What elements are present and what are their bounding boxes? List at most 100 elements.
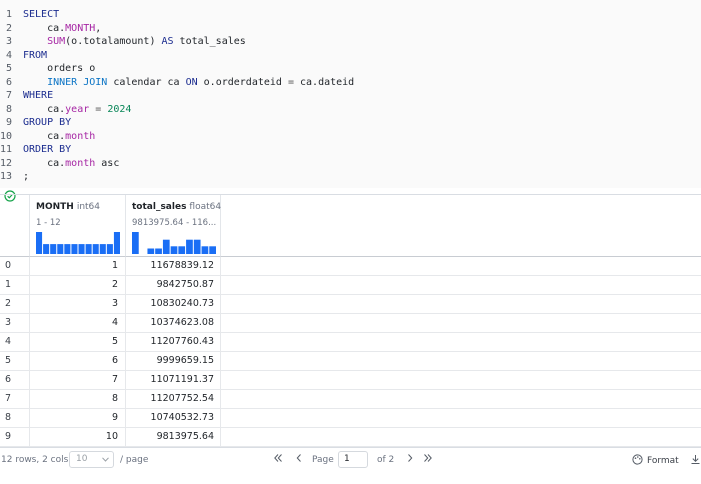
palette-icon bbox=[632, 454, 643, 465]
code-token: INNER JOIN bbox=[47, 76, 108, 88]
month-histogram[interactable] bbox=[36, 232, 120, 254]
code-text: WHERE bbox=[23, 89, 53, 103]
format-label: Format bbox=[647, 456, 679, 466]
page-size-value: 10 bbox=[76, 454, 88, 464]
code-token: total_sales bbox=[173, 36, 246, 47]
code-line[interactable]: 12 ca.month asc bbox=[0, 157, 701, 171]
chevron-down-icon bbox=[102, 457, 109, 462]
code-line[interactable]: 5 orders o bbox=[0, 62, 701, 76]
code-text: SELECT bbox=[23, 8, 59, 22]
histogram-bar[interactable] bbox=[36, 232, 43, 254]
histogram-bar[interactable] bbox=[209, 246, 216, 254]
sql-editor[interactable]: 1 SELECT 2 ca.MONTH, 3 SUM(o.totalamount) A… bbox=[0, 0, 701, 188]
histogram-bar[interactable] bbox=[170, 246, 178, 254]
code-text: GROUP BY bbox=[23, 116, 71, 130]
double-chevron-left-icon bbox=[274, 454, 282, 462]
table-row[interactable]: 4 5 11207760.43 bbox=[0, 333, 701, 352]
code-line[interactable]: 3 SUM(o.totalamount) AS total_sales bbox=[0, 35, 701, 49]
last-page-button[interactable] bbox=[421, 453, 435, 467]
table-row[interactable]: 1 2 9842750.87 bbox=[0, 276, 701, 295]
row-index-cell: 0 bbox=[0, 257, 30, 275]
table-row[interactable]: 2 3 10830240.73 bbox=[0, 295, 701, 314]
histogram-bar[interactable] bbox=[193, 239, 201, 254]
code-token: ON bbox=[185, 76, 198, 88]
code-line[interactable]: 4 FROM bbox=[0, 49, 701, 63]
format-button[interactable]: Format bbox=[632, 454, 679, 466]
table-row[interactable]: 5 6 9999659.15 bbox=[0, 352, 701, 371]
histogram-bar[interactable] bbox=[78, 244, 85, 254]
code-line[interactable]: 7 WHERE bbox=[0, 89, 701, 103]
table-row[interactable]: 8 9 10740532.73 bbox=[0, 409, 701, 428]
histogram-bar[interactable] bbox=[64, 244, 71, 254]
line-number: 8 bbox=[5, 103, 12, 115]
page-size-select[interactable]: 10 bbox=[69, 451, 114, 468]
page-number-input[interactable]: 1 bbox=[338, 451, 368, 468]
histogram-bar[interactable] bbox=[85, 244, 92, 254]
prev-page-button[interactable] bbox=[292, 453, 306, 467]
table-row[interactable]: 0 1 11678839.12 bbox=[0, 257, 701, 276]
total-sales-cell: 11071191.37 bbox=[126, 371, 221, 389]
code-token: year bbox=[65, 103, 90, 115]
histogram-bar[interactable] bbox=[99, 244, 106, 254]
code-token: orders o bbox=[23, 63, 96, 74]
table-row[interactable]: 7 8 11207752.54 bbox=[0, 390, 701, 409]
histogram-bar[interactable] bbox=[186, 239, 193, 254]
line-number: 10 bbox=[0, 130, 13, 142]
code-token: (o.totalamount) bbox=[65, 36, 162, 47]
line-number: 5 bbox=[5, 63, 12, 74]
histogram-bar[interactable] bbox=[132, 232, 139, 254]
line-number: 12 bbox=[0, 157, 13, 169]
code-line[interactable]: 2 ca.MONTH, bbox=[0, 22, 701, 36]
code-text: SUM(o.totalamount) AS total_sales bbox=[23, 35, 246, 49]
column-header-label: MONTH int64 bbox=[36, 202, 100, 212]
histogram-bar[interactable] bbox=[50, 244, 57, 254]
month-cell: 9 bbox=[30, 409, 126, 427]
histogram-bar[interactable] bbox=[147, 248, 155, 255]
code-line[interactable]: 8 ca.year = 2024 bbox=[0, 103, 701, 117]
code-token: SUM bbox=[47, 36, 66, 47]
column-header-total-sales[interactable]: total_sales float64 9813975.64 - 116... bbox=[126, 195, 221, 257]
row-index-cell: 5 bbox=[0, 352, 30, 370]
month-cell: 6 bbox=[30, 352, 126, 370]
row-index-cell: 8 bbox=[0, 409, 30, 427]
total-sales-cell: 11678839.12 bbox=[126, 257, 221, 275]
header-filler bbox=[221, 195, 701, 257]
table-row[interactable]: 6 7 11071191.37 bbox=[0, 371, 701, 390]
code-line[interactable]: 11 ORDER BY bbox=[0, 143, 701, 157]
code-line[interactable]: 13; bbox=[0, 170, 701, 184]
histogram-bar[interactable] bbox=[92, 244, 99, 254]
histogram-bar[interactable] bbox=[71, 244, 78, 254]
code-token: FROM bbox=[23, 49, 48, 61]
histogram-bar[interactable] bbox=[57, 244, 64, 254]
download-icon[interactable] bbox=[690, 454, 701, 465]
histogram-bar[interactable] bbox=[106, 244, 113, 254]
histogram-bar[interactable] bbox=[162, 239, 170, 254]
code-line[interactable]: 6 INNER JOIN calendar ca ON o.orderdatei… bbox=[0, 76, 701, 90]
total-sales-histogram[interactable] bbox=[132, 232, 216, 254]
column-header-month[interactable]: MONTH int64 1 - 12 bbox=[30, 195, 126, 257]
page-count-label: of 2 bbox=[377, 455, 395, 465]
code-token: MONTH bbox=[65, 22, 96, 34]
table-row[interactable]: 9 10 9813975.64 bbox=[0, 428, 701, 447]
histogram-bar[interactable] bbox=[113, 232, 120, 254]
histogram-bar[interactable] bbox=[43, 244, 50, 254]
histogram-bar[interactable] bbox=[178, 246, 186, 254]
code-line[interactable]: 10 ca.month bbox=[0, 130, 701, 144]
histogram-bar[interactable] bbox=[155, 248, 162, 255]
code-token: ca.dateid bbox=[293, 76, 355, 88]
code-line[interactable]: 9 GROUP BY bbox=[0, 116, 701, 130]
line-number: 1 bbox=[5, 9, 12, 20]
first-page-button[interactable] bbox=[271, 453, 285, 467]
code-line[interactable]: 1 SELECT bbox=[0, 8, 701, 22]
table-row[interactable]: 3 4 10374623.08 bbox=[0, 314, 701, 333]
row-index-cell: 2 bbox=[0, 295, 30, 313]
code-token: ORDER BY bbox=[23, 144, 72, 155]
code-text: INNER JOIN calendar ca ON o.orderdateid … bbox=[23, 76, 354, 90]
histogram-bar[interactable] bbox=[201, 246, 209, 254]
rows-cols-info: 12 rows, 2 cols bbox=[1, 455, 69, 465]
next-page-button[interactable] bbox=[403, 453, 417, 467]
row-index-cell: 9 bbox=[0, 428, 30, 446]
per-page-label: / page bbox=[120, 455, 149, 465]
code-token: SELECT bbox=[23, 9, 60, 20]
row-index-cell: 6 bbox=[0, 371, 30, 389]
